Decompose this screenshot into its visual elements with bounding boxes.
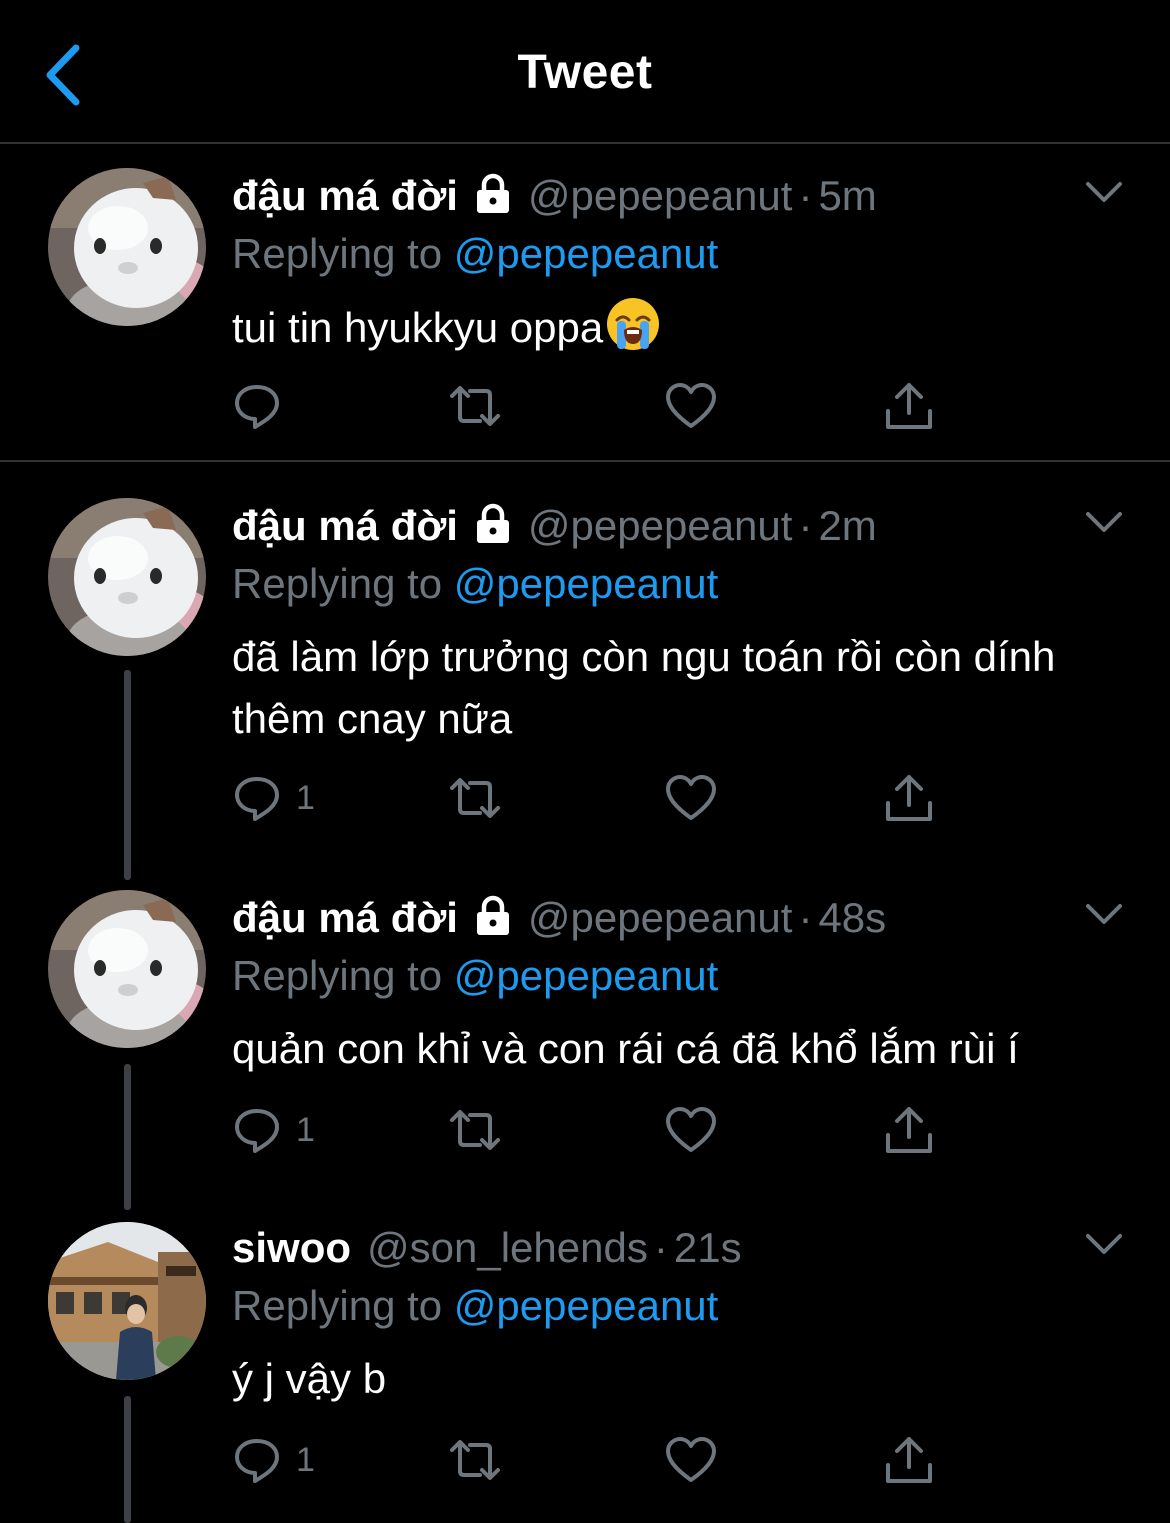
replying-to: Replying to @pepepeanut: [232, 560, 719, 607]
divider: [0, 460, 1170, 462]
reply-button[interactable]: 1: [232, 1430, 315, 1490]
avatar[interactable]: [48, 1222, 206, 1380]
separator-dot: ·: [798, 172, 813, 219]
tweet-actions: 1: [232, 1100, 952, 1160]
share-icon: [886, 775, 932, 821]
user-handle[interactable]: @pepepeanut: [528, 172, 793, 219]
more-options-button[interactable]: [1082, 896, 1126, 932]
reply-icon: [235, 1439, 279, 1483]
heart-icon: [666, 775, 716, 820]
retweet-icon: [450, 1440, 500, 1480]
share-button[interactable]: [882, 376, 936, 436]
tweet-text: đã làm lớp trưởng còn ngu toán rồi còn d…: [232, 633, 1056, 742]
more-options-button[interactable]: [1082, 1226, 1126, 1262]
tweet-header: siwoo @son_lehends · 21s: [232, 1220, 742, 1276]
lock-icon: [472, 503, 514, 559]
timestamp[interactable]: 5m: [818, 172, 876, 219]
display-name[interactable]: đậu má đời: [232, 502, 458, 549]
avatar[interactable]: [48, 168, 206, 326]
reply-count: 1: [296, 1110, 315, 1149]
reply-count: 1: [296, 1440, 315, 1479]
timestamp[interactable]: 21s: [674, 1224, 742, 1271]
avatar[interactable]: [48, 890, 206, 1048]
display-name[interactable]: đậu má đời: [232, 894, 458, 941]
like-button[interactable]: [664, 768, 718, 828]
mention-link[interactable]: @pepepeanut: [454, 952, 719, 999]
tweet-4[interactable]: siwoo @son_lehends · 21s Replying to @pepep…: [0, 1220, 1170, 1523]
tweet-text: tui tin hyukkyu oppa: [232, 296, 1132, 369]
tweet-text: quản con khỉ và con rái cá đã khổ lắm rù…: [232, 1025, 1019, 1072]
separator-dot: ·: [653, 1224, 668, 1271]
tweet-header: đậu má đời @pepepeanut · 5m: [232, 168, 877, 224]
share-icon: [886, 383, 932, 429]
share-button[interactable]: [882, 1100, 936, 1160]
reply-button[interactable]: [232, 376, 296, 436]
tweet-header: đậu má đời @pepepeanut · 48s: [232, 890, 886, 946]
thread-connector: [124, 1064, 131, 1210]
share-icon: [886, 1107, 932, 1153]
avatar[interactable]: [48, 498, 206, 656]
retweet-button[interactable]: [446, 1430, 504, 1490]
retweet-button[interactable]: [446, 1100, 504, 1160]
share-button[interactable]: [882, 1430, 936, 1490]
tweet-actions: [232, 376, 952, 436]
timestamp[interactable]: 2m: [818, 502, 876, 549]
retweet-icon: [450, 386, 500, 426]
display-name[interactable]: siwoo: [232, 1224, 351, 1271]
heart-icon: [666, 1107, 716, 1152]
like-button[interactable]: [664, 1430, 718, 1490]
more-options-button[interactable]: [1082, 504, 1126, 540]
tweet-header: đậu má đời @pepepeanut · 2m: [232, 498, 877, 554]
chevron-down-icon: [1086, 512, 1122, 532]
reply-button[interactable]: 1: [232, 768, 315, 828]
replying-to: Replying to @pepepeanut: [232, 1282, 719, 1329]
lock-icon: [472, 173, 514, 229]
mention-link[interactable]: @pepepeanut: [454, 230, 719, 277]
replying-to: Replying to @pepepeanut: [232, 952, 719, 999]
heart-icon: [666, 383, 716, 428]
reply-icon: [235, 1109, 279, 1153]
like-button[interactable]: [664, 376, 718, 436]
tweet-2[interactable]: đậu má đời @pepepeanut · 2m Replying to @pe…: [0, 498, 1170, 880]
reply-count: 1: [296, 778, 315, 817]
share-icon: [886, 1437, 932, 1483]
separator-dot: ·: [798, 502, 813, 549]
thread-connector: [124, 670, 131, 880]
mention-link[interactable]: @pepepeanut: [454, 560, 719, 607]
chevron-down-icon: [1086, 1234, 1122, 1254]
retweet-button[interactable]: [446, 768, 504, 828]
mention-link[interactable]: @pepepeanut: [454, 1282, 719, 1329]
timestamp[interactable]: 48s: [818, 894, 886, 941]
share-button[interactable]: [882, 768, 936, 828]
like-button[interactable]: [664, 1100, 718, 1160]
retweet-icon: [450, 778, 500, 818]
thread-connector: [124, 1396, 131, 1523]
heart-icon: [666, 1437, 716, 1482]
more-options-button[interactable]: [1082, 174, 1126, 210]
user-handle[interactable]: @pepepeanut: [528, 502, 793, 549]
reply-icon: [235, 777, 279, 821]
user-handle[interactable]: @son_lehends: [367, 1224, 648, 1271]
loudly-crying-face-icon: [605, 296, 661, 369]
lock-icon: [472, 895, 514, 951]
separator-dot: ·: [798, 894, 813, 941]
chevron-down-icon: [1086, 904, 1122, 924]
tweet-text: ý j vậy b: [232, 1355, 387, 1402]
user-handle[interactable]: @pepepeanut: [528, 894, 793, 941]
tweet-actions: 1: [232, 1430, 952, 1490]
display-name[interactable]: đậu má đời: [232, 172, 458, 219]
tweet-1[interactable]: đậu má đời @pepepeanut · 5m Replying to @pe…: [0, 168, 1170, 458]
page-title: Tweet: [517, 46, 653, 99]
top-bar: Tweet: [0, 0, 1170, 144]
retweet-icon: [450, 1110, 500, 1150]
retweet-button[interactable]: [446, 376, 504, 436]
reply-button[interactable]: 1: [232, 1100, 315, 1160]
tweet-actions: 1: [232, 768, 952, 828]
reply-icon: [235, 385, 279, 429]
replying-to: Replying to @pepepeanut: [232, 230, 719, 277]
tweet-3[interactable]: đậu má đời @pepepeanut · 48s Replying to @p…: [0, 890, 1170, 1210]
chevron-down-icon: [1086, 182, 1122, 202]
